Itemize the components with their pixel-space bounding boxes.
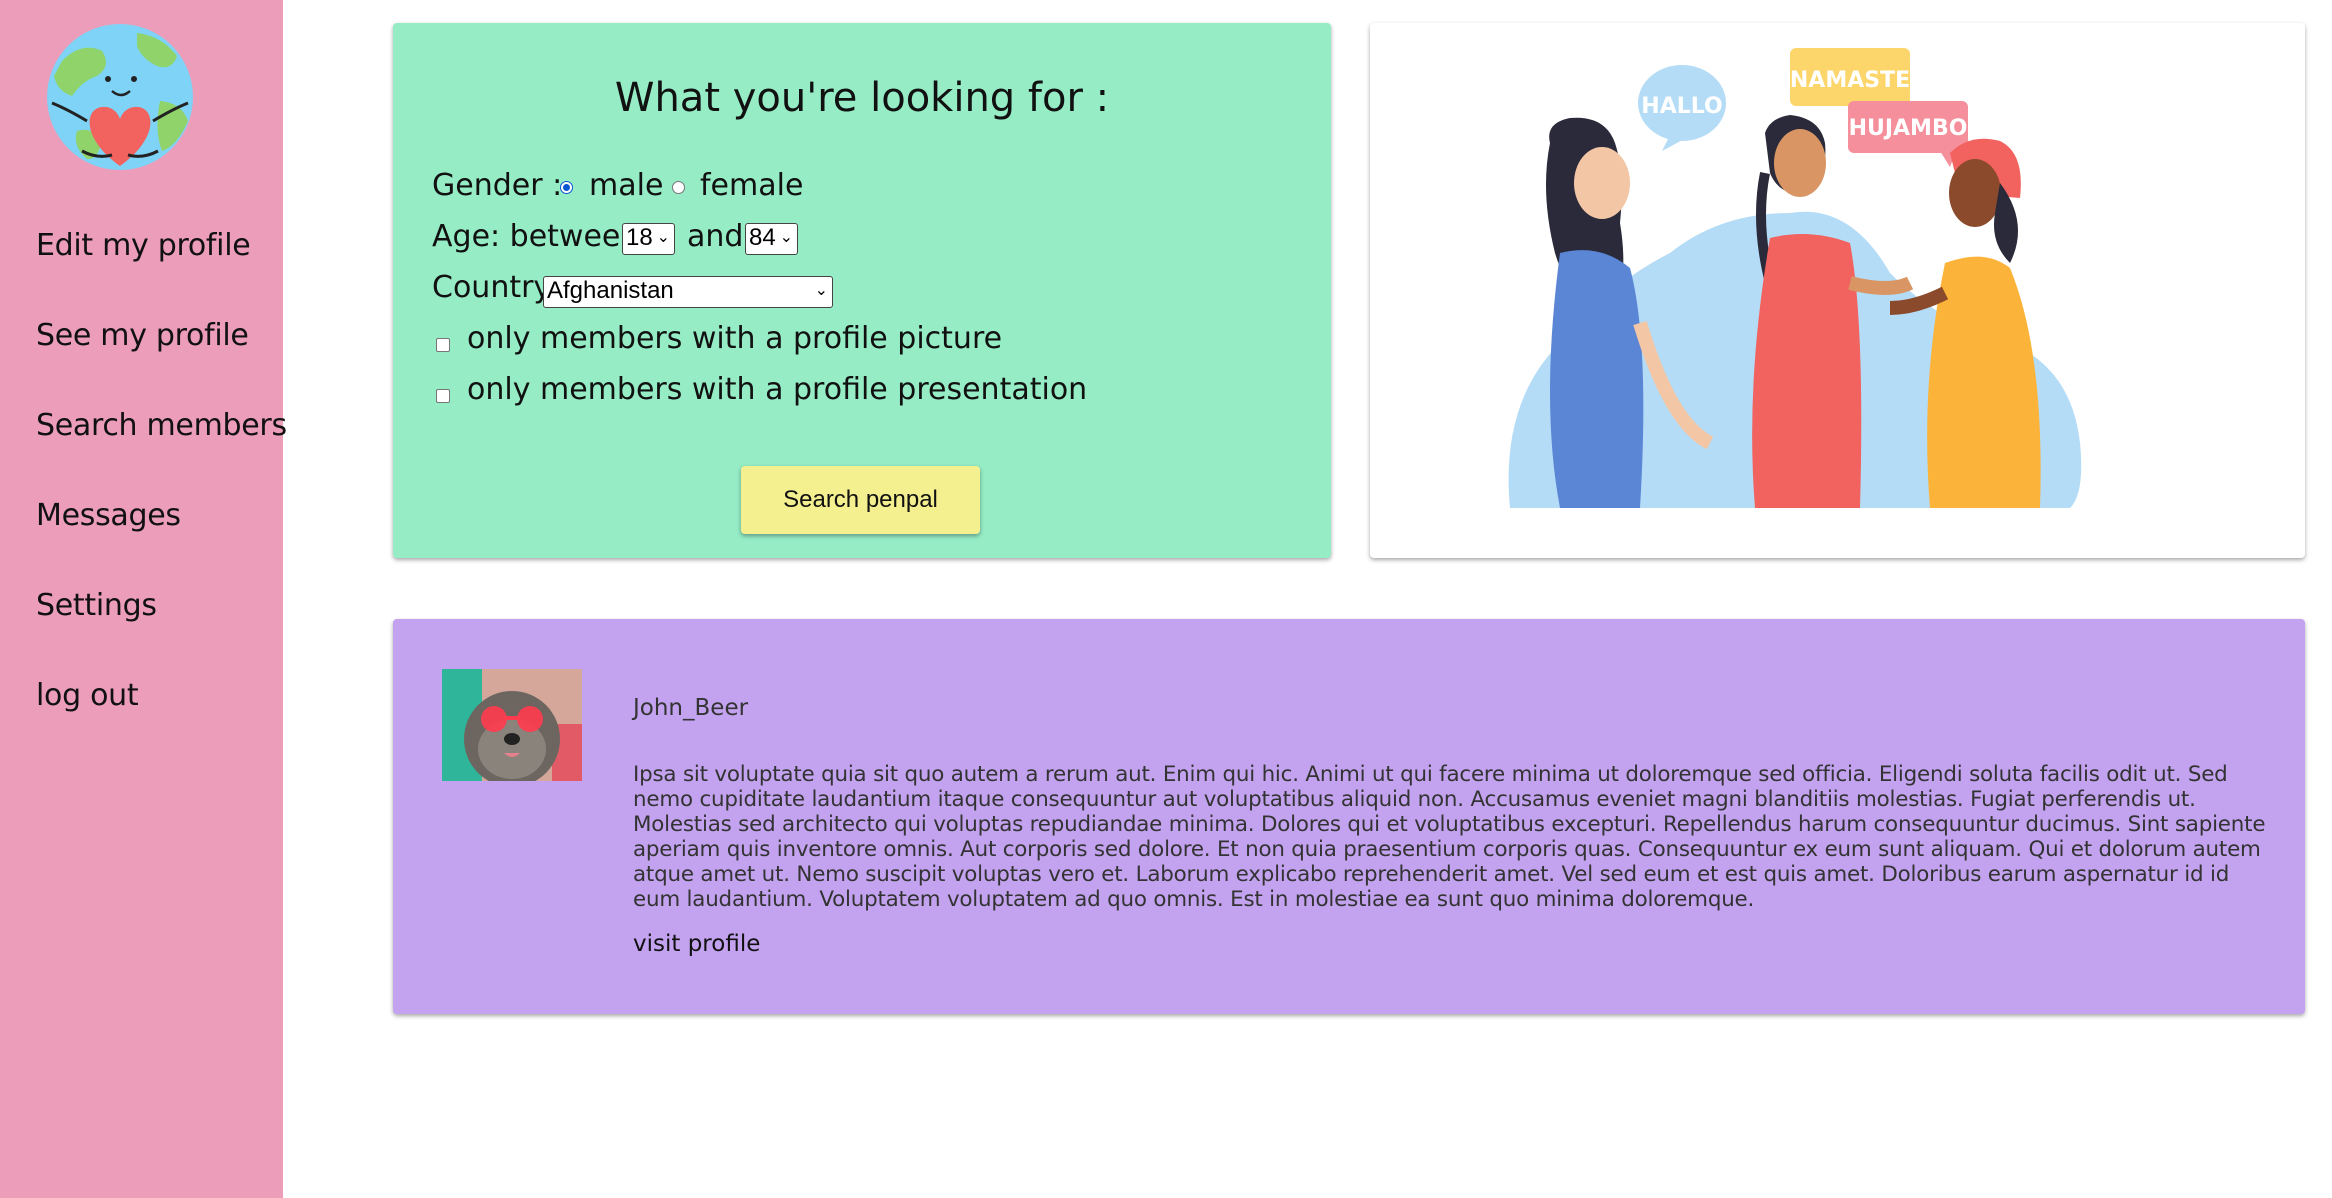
nav-settings[interactable]: Settings <box>36 588 157 623</box>
country-label: Country <box>432 270 552 305</box>
gender-male-radio[interactable] <box>560 181 573 194</box>
illustration-card: HALLO NAMASTE HUJAMBO <box>1370 23 2305 558</box>
chevron-down-icon: ⌄ <box>779 229 793 246</box>
filter-presentation-label[interactable]: only members with a profile presentation <box>467 372 1087 407</box>
gender-female-radio[interactable] <box>672 181 685 194</box>
country-select[interactable]: Afghanistan ⌄ <box>543 276 833 308</box>
search-penpal-button[interactable]: Search penpal <box>741 466 980 534</box>
greeting-women-illustration: HALLO NAMASTE HUJAMBO <box>1508 48 2082 508</box>
search-form-card: What you're looking for : Gender : male … <box>393 23 1331 558</box>
nav-edit-profile[interactable]: Edit my profile <box>36 228 251 263</box>
bubble-hujambo: HUJAMBO <box>1849 116 1968 141</box>
age-min-select[interactable]: 18 ⌄ <box>622 223 675 255</box>
filter-picture-checkbox[interactable] <box>436 338 450 352</box>
age-label: Age: between <box>432 219 640 254</box>
bubble-namaste: NAMASTE <box>1790 68 1910 93</box>
filter-presentation-checkbox[interactable] <box>436 389 450 403</box>
gender-label: Gender : <box>432 168 563 203</box>
sidebar: Edit my profile See my profile Search me… <box>0 0 287 1198</box>
age-max-value: 84 <box>749 224 776 251</box>
age-min-value: 18 <box>626 224 653 251</box>
nav-messages[interactable]: Messages <box>36 498 181 533</box>
globe-heart-logo[interactable] <box>42 21 198 173</box>
country-value: Afghanistan <box>547 277 674 304</box>
form-title: What you're looking for : <box>614 75 1110 121</box>
age-max-select[interactable]: 84 ⌄ <box>745 223 798 255</box>
gender-row: Gender : <box>432 168 562 203</box>
nav-see-profile[interactable]: See my profile <box>36 318 249 353</box>
chevron-down-icon: ⌄ <box>814 282 828 299</box>
gender-female-label[interactable]: female <box>700 168 803 203</box>
visit-profile-link[interactable]: visit profile <box>633 931 760 957</box>
nav-log-out[interactable]: log out <box>36 678 139 713</box>
member-avatar[interactable] <box>442 669 582 781</box>
member-result-card: John_Beer Ipsa sit voluptate quia sit qu… <box>393 619 2305 1014</box>
member-username: John_Beer <box>633 695 749 721</box>
bubble-hallo: HALLO <box>1641 94 1722 119</box>
member-bio: Ipsa sit voluptate quia sit quo autem a … <box>633 762 2266 912</box>
nav-search-members[interactable]: Search members <box>36 408 287 443</box>
chevron-down-icon: ⌄ <box>656 229 670 246</box>
gender-male-label[interactable]: male <box>589 168 663 203</box>
age-and-label: and <box>687 219 744 254</box>
filter-picture-label[interactable]: only members with a profile picture <box>467 321 1002 356</box>
